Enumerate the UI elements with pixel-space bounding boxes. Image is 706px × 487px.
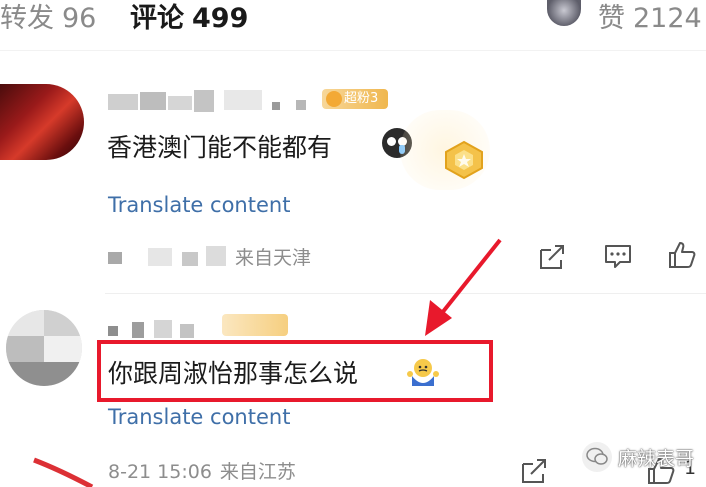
fan-badge-icon — [326, 91, 342, 107]
tab-like-label: 赞 — [598, 3, 625, 34]
username-pixelated[interactable] — [108, 318, 218, 340]
tab-repost-label: 转发 — [0, 3, 54, 34]
top-divider — [0, 50, 706, 51]
translate-link[interactable]: Translate content — [108, 193, 290, 217]
wechat-icon — [582, 442, 612, 472]
comment-time-pixelated — [108, 246, 228, 268]
annotation-arrow — [425, 238, 502, 336]
thumbs-up-icon[interactable] — [667, 240, 697, 270]
comment-tab-bar: 转发 96 评论 499 赞 2124 — [0, 0, 706, 38]
comment-text: 你跟周淑怡那事怎么说 — [108, 359, 359, 388]
comment-location: 来自天津 — [235, 247, 312, 269]
tab-like[interactable]: 赞 2124 — [598, 0, 702, 35]
tab-repost-count: 96 — [62, 3, 97, 34]
comment-meta: 8-21 15:06 来自江苏 — [108, 457, 296, 484]
tab-comment[interactable]: 评论 499 — [130, 0, 248, 35]
fan-badge: 超粉3 — [322, 89, 388, 109]
watermark: 麻辣表哥 — [582, 440, 694, 474]
red-swoosh-mark — [33, 457, 94, 487]
emoji-eye-left — [387, 137, 396, 146]
tab-comment-count: 499 — [192, 3, 249, 34]
shrug-emoji-icon — [407, 359, 439, 386]
comment-time: 8-21 15:06 — [108, 461, 212, 483]
comment-text: 香港澳门能不能都有 — [107, 133, 333, 162]
fan-badge-label: 超粉3 — [344, 91, 379, 106]
share-icon[interactable] — [519, 456, 549, 486]
comment-divider — [105, 293, 706, 294]
commenter-avatar-pixelated[interactable] — [6, 310, 82, 386]
comment-location: 来自江苏 — [219, 461, 296, 483]
commenter-avatar[interactable] — [0, 84, 84, 160]
like-avatar — [547, 0, 581, 26]
tab-comment-label: 评论 — [130, 3, 184, 34]
tab-repost[interactable]: 转发 96 — [0, 0, 96, 35]
tab-like-count: 2124 — [633, 3, 702, 34]
comment-icon[interactable] — [603, 241, 633, 271]
username-pixelated[interactable] — [108, 90, 318, 114]
fan-badge-pixelated — [222, 314, 288, 336]
translate-link[interactable]: Translate content — [108, 405, 290, 429]
watermark-text: 麻辣表哥 — [618, 447, 695, 470]
gold-badge-icon — [445, 140, 483, 180]
share-icon[interactable] — [537, 242, 567, 272]
wechat-glyph — [586, 447, 608, 465]
